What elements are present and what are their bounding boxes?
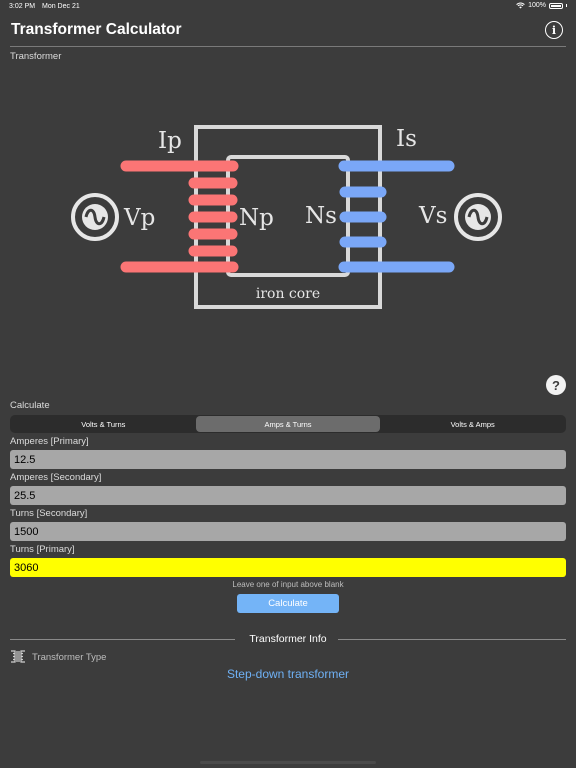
page-title: Transformer Calculator	[11, 21, 182, 38]
transformer-info-header: Transformer Info	[10, 632, 566, 646]
np-label: Np	[239, 205, 274, 231]
turns-secondary-label: Turns [Secondary]	[10, 508, 88, 519]
transformer-diagram: Ip Is Vp Np Ns Vs iron core	[71, 125, 502, 309]
status-time: 3:02 PM	[9, 3, 36, 10]
status-date: Mon Dec 21	[42, 3, 80, 10]
ip-label: Ip	[158, 128, 182, 154]
divider-right	[338, 639, 566, 640]
turns-primary-label: Turns [Primary]	[10, 544, 75, 555]
iron-core-label: iron core	[256, 286, 320, 302]
turns-primary-input[interactable]	[10, 558, 566, 577]
status-bar: 3:02 PM Mon Dec 21 100%	[0, 0, 576, 14]
amperes-secondary-label: Amperes [Secondary]	[10, 472, 102, 483]
info-icon[interactable]: i	[545, 21, 563, 39]
amperes-primary-label: Amperes [Primary]	[10, 436, 89, 447]
secondary-ac-source-icon	[454, 193, 502, 241]
vs-label: Vs	[418, 203, 447, 229]
primary-ac-source-icon	[71, 193, 119, 241]
battery-percent: 100%	[528, 2, 546, 9]
transformer-section-label: Transformer	[10, 51, 62, 62]
battery-icon	[549, 2, 563, 9]
help-button[interactable]: ?	[546, 375, 566, 395]
tab-volts-amps[interactable]: Volts & Amps	[380, 416, 565, 432]
blank-input-hint: Leave one of input above blank	[232, 580, 344, 589]
is-label: Is	[396, 126, 417, 152]
vp-label: Vp	[123, 205, 155, 231]
home-indicator	[200, 761, 376, 764]
nav-divider	[10, 46, 566, 47]
calculation-mode-selector: Volts & Turns Amps & Turns Volts & Amps	[10, 415, 566, 433]
battery-tip	[566, 4, 567, 7]
wifi-icon	[516, 2, 525, 9]
transformer-type-value: Step-down transformer	[226, 667, 350, 681]
calculate-button[interactable]: Calculate	[237, 594, 339, 613]
amperes-secondary-input[interactable]	[10, 486, 566, 505]
status-right: 100%	[516, 2, 567, 9]
tab-volts-turns[interactable]: Volts & Turns	[11, 416, 196, 432]
transformer-type-label: Transformer Type	[32, 652, 107, 663]
turns-secondary-input[interactable]	[10, 522, 566, 541]
transformer-symbol-icon	[11, 650, 25, 663]
amperes-primary-input[interactable]	[10, 450, 566, 469]
ns-label: Ns	[305, 203, 337, 229]
calculate-label: Calculate	[10, 400, 50, 411]
tab-amps-turns[interactable]: Amps & Turns	[195, 416, 381, 432]
